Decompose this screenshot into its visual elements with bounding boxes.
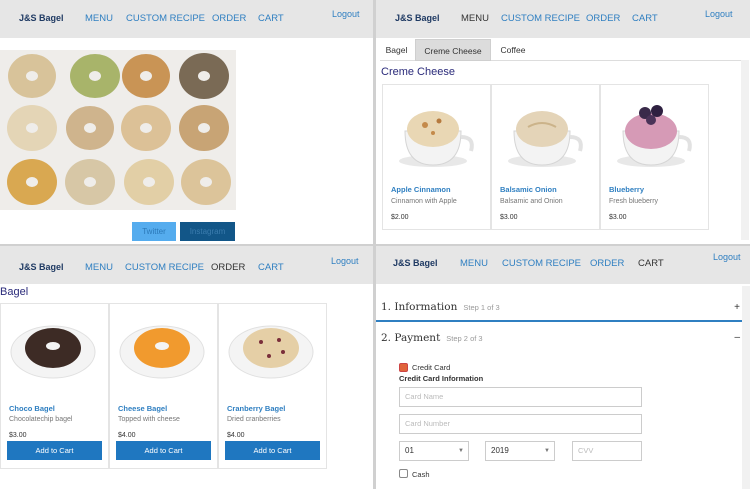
cart-panel: J&S Bagel MENU CUSTOM RECIPE ORDER CART …	[376, 246, 750, 489]
product-image	[219, 310, 326, 390]
nav-custom-recipe-link[interactable]: CUSTOM RECIPE	[502, 258, 581, 269]
product-name[interactable]: Cranberry Bagel	[227, 404, 285, 413]
product-name[interactable]: Cheese Bagel	[118, 404, 167, 413]
product-description: Topped with cheese	[118, 416, 180, 423]
section-title: Bagel	[0, 286, 29, 298]
product-name[interactable]: Blueberry	[609, 185, 644, 194]
expand-icon[interactable]: +	[734, 302, 740, 313]
nav-bar: J&S Bagel MENU CUSTOM RECIPE ORDER CART …	[0, 246, 373, 284]
tab-coffee[interactable]: Coffee	[495, 39, 531, 61]
product-description: Fresh blueberry	[609, 198, 659, 205]
product-price: $3.00	[609, 214, 627, 221]
logout-link[interactable]: Logout	[331, 256, 359, 266]
order-panel: J&S Bagel MENU CUSTOM RECIPE ORDER CART …	[0, 246, 373, 489]
product-image	[383, 93, 490, 173]
logout-link[interactable]: Logout	[332, 9, 360, 19]
nav-custom-recipe-link[interactable]: CUSTOM RECIPE	[126, 13, 205, 24]
add-to-cart-button[interactable]: Add to Cart	[7, 441, 102, 460]
cvv-input[interactable]: CVV	[572, 441, 642, 461]
nav-bar: J&S Bagel MENU CUSTOM RECIPE ORDER CART …	[376, 0, 750, 38]
nav-bar: J&S Bagel MENU CUSTOM RECIPE ORDER CART …	[0, 0, 373, 38]
nav-bar: J&S Bagel MENU CUSTOM RECIPE ORDER CART …	[376, 246, 750, 284]
add-to-cart-button[interactable]: Add to Cart	[225, 441, 320, 460]
month-value: 01	[405, 446, 414, 455]
product-image	[1, 310, 108, 390]
product-description: Balsamic and Onion	[500, 198, 563, 205]
product-card: Cranberry Bagel Dried cranberries $4.00 …	[218, 303, 327, 469]
bagel-photo	[0, 50, 236, 210]
product-name[interactable]: Apple Cinnamon	[391, 185, 451, 194]
product-name[interactable]: Choco Bagel	[9, 404, 55, 413]
product-card: Choco Bagel Chocolatechip bagel $3.00 Ad…	[0, 303, 109, 469]
add-to-cart-button[interactable]: Add to Cart	[116, 441, 211, 460]
chevron-down-icon: ▼	[544, 448, 550, 454]
cash-checkbox[interactable]	[399, 469, 408, 478]
product-price: $3.00	[500, 214, 518, 221]
product-card[interactable]: Apple Cinnamon Cinnamon with Apple $2.00	[382, 84, 491, 230]
section-title: Creme Cheese	[381, 66, 455, 78]
menu-panel: J&S Bagel MENU CUSTOM RECIPE ORDER CART …	[376, 0, 750, 244]
nav-order-link[interactable]: ORDER	[211, 262, 245, 273]
chevron-down-icon: ▼	[458, 448, 464, 454]
card-number-input[interactable]: Card Number	[399, 414, 642, 434]
product-description: Chocolatechip bagel	[9, 416, 73, 423]
nav-menu-link[interactable]: MENU	[85, 262, 113, 273]
nav-menu-link[interactable]: MENU	[85, 13, 113, 24]
product-image	[110, 310, 217, 390]
credit-card-info-title: Credit Card Information	[399, 374, 484, 383]
product-card: Cheese Bagel Topped with cheese $4.00 Ad…	[109, 303, 218, 469]
product-price: $4.00	[118, 432, 136, 439]
brand-logo[interactable]: J&S Bagel	[393, 258, 438, 268]
nav-order-link[interactable]: ORDER	[212, 13, 246, 24]
step-payment-title: 2. Payment Step 2 of 3	[381, 332, 483, 344]
step-information-header[interactable]: 1. Information Step 1 of 3 +	[376, 294, 750, 322]
tab-bagel[interactable]: Bagel	[380, 39, 413, 61]
nav-custom-recipe-link[interactable]: CUSTOM RECIPE	[125, 262, 204, 273]
card-name-input[interactable]: Card Name	[399, 387, 642, 407]
step-information-title: 1. Information Step 1 of 3	[381, 301, 500, 313]
step-payment-header[interactable]: 2. Payment Step 2 of 3 –	[376, 326, 750, 352]
nav-cart-link[interactable]: CART	[258, 13, 284, 24]
product-name[interactable]: Balsamic Onion	[500, 185, 557, 194]
instagram-button[interactable]: Instagram	[180, 222, 235, 241]
nav-menu-link[interactable]: MENU	[460, 258, 488, 269]
twitter-button[interactable]: Twitter	[132, 222, 176, 241]
logout-link[interactable]: Logout	[713, 252, 741, 262]
nav-order-link[interactable]: ORDER	[590, 258, 624, 269]
product-price: $4.00	[227, 432, 245, 439]
product-card[interactable]: Blueberry Fresh blueberry $3.00	[600, 84, 709, 230]
nav-cart-link[interactable]: CART	[258, 262, 284, 273]
credit-card-label: Credit Card	[412, 363, 451, 372]
brand-logo[interactable]: J&S Bagel	[19, 262, 64, 272]
month-select[interactable]: 01 ▼	[399, 441, 469, 461]
nav-cart-link[interactable]: CART	[632, 13, 658, 24]
cash-label: Cash	[412, 470, 430, 479]
nav-custom-recipe-link[interactable]: CUSTOM RECIPE	[501, 13, 580, 24]
product-image	[492, 93, 599, 173]
product-description: Cinnamon with Apple	[391, 198, 457, 205]
year-select[interactable]: 2019 ▼	[485, 441, 555, 461]
credit-card-checkbox[interactable]	[399, 363, 408, 372]
brand-logo[interactable]: J&S Bagel	[19, 13, 64, 23]
year-value: 2019	[491, 446, 509, 455]
collapse-icon[interactable]: –	[734, 332, 740, 343]
scrollbar[interactable]	[741, 60, 749, 240]
product-image	[601, 93, 708, 173]
home-panel: J&S Bagel MENU CUSTOM RECIPE ORDER CART …	[0, 0, 373, 244]
brand-logo[interactable]: J&S Bagel	[395, 13, 440, 23]
product-description: Dried cranberries	[227, 416, 281, 423]
product-price: $2.00	[391, 214, 409, 221]
nav-cart-link[interactable]: CART	[638, 258, 664, 269]
product-price: $3.00	[9, 432, 27, 439]
category-tabs: Bagel Creme Cheese Coffee	[380, 39, 746, 61]
product-card[interactable]: Balsamic Onion Balsamic and Onion $3.00	[491, 84, 600, 230]
scrollbar[interactable]	[742, 286, 750, 489]
tab-creme-cheese[interactable]: Creme Cheese	[415, 39, 491, 61]
nav-menu-link[interactable]: MENU	[461, 13, 489, 24]
logout-link[interactable]: Logout	[705, 9, 733, 19]
nav-order-link[interactable]: ORDER	[586, 13, 620, 24]
